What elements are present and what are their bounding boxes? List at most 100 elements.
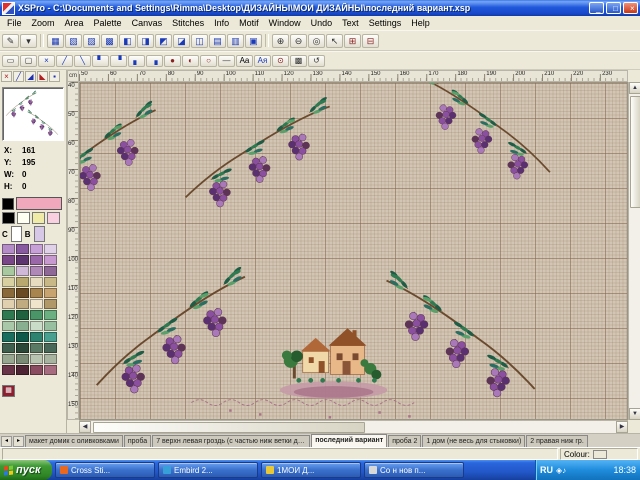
stitch-canvas[interactable] <box>79 82 628 420</box>
fill-tool-icon[interactable]: ▩ <box>290 55 307 67</box>
tab-scroll-right-button[interactable]: ▸ <box>13 436 24 447</box>
rotate-tool-icon[interactable]: ↺ <box>308 55 325 67</box>
palette-color-10[interactable] <box>30 266 43 276</box>
rect-tool-icon[interactable]: ▢ <box>20 55 37 67</box>
palette-color-1[interactable] <box>16 244 29 254</box>
menu-item-area[interactable]: Area <box>60 17 89 29</box>
palette-color-25[interactable] <box>16 310 29 320</box>
quick-color-3[interactable] <box>47 212 60 224</box>
pattern-tab-3[interactable]: последний вариант <box>311 434 387 447</box>
task-button-3[interactable]: Со н нов п... <box>364 462 464 478</box>
zoom-area-icon[interactable]: ◎ <box>308 34 325 48</box>
palette-color-3[interactable] <box>44 244 57 254</box>
maximize-button[interactable]: □ <box>606 2 621 14</box>
pattern-tab-0[interactable]: макет домик с оливковками <box>25 435 123 447</box>
tab-scroll-left-button[interactable]: ◂ <box>1 436 12 447</box>
palette-color-36[interactable] <box>2 343 15 353</box>
palette-color-34[interactable] <box>30 332 43 342</box>
quick-color-2[interactable] <box>32 212 45 224</box>
scroll-up-button[interactable]: ▲ <box>629 82 640 94</box>
selected-color-swatch[interactable] <box>16 197 62 210</box>
motif-copy-icon[interactable]: ⊙ <box>272 55 289 67</box>
palette-color-33[interactable] <box>16 332 29 342</box>
palette-color-4[interactable] <box>2 255 15 265</box>
scroll-left-button[interactable]: ◀ <box>79 421 91 433</box>
vertical-scrollbar[interactable]: ▲ ▼ <box>628 82 640 420</box>
palette-color-23[interactable] <box>44 299 57 309</box>
palette-color-43[interactable] <box>44 354 57 364</box>
stitch-style-8-icon[interactable]: ◪ <box>173 34 190 48</box>
menu-item-info[interactable]: Info <box>209 17 234 29</box>
zoom-out-icon[interactable]: ⊖ <box>290 34 307 48</box>
palette-color-22[interactable] <box>30 299 43 309</box>
stitch-half-icon[interactable]: ╱ <box>13 71 24 82</box>
quick-color-0[interactable] <box>2 212 15 224</box>
palette-color-45[interactable] <box>16 365 29 375</box>
palette-color-30[interactable] <box>30 321 43 331</box>
palette-color-26[interactable] <box>30 310 43 320</box>
stitch-quarter-icon[interactable]: ◢ <box>25 71 36 82</box>
pattern-tab-4[interactable]: проба 2 <box>388 435 421 447</box>
palette-color-35[interactable] <box>44 332 57 342</box>
text-cyrillic-icon[interactable]: Aя <box>254 55 271 67</box>
tray-icon-1[interactable]: ♪ <box>562 466 566 475</box>
menu-item-text[interactable]: Text <box>337 17 364 29</box>
palette-more-button[interactable]: ▦ <box>2 385 15 397</box>
palette-color-15[interactable] <box>44 277 57 287</box>
b-color-cell[interactable] <box>34 226 45 242</box>
text-latin-icon[interactable]: Aa <box>236 55 253 67</box>
stitch-three-quarter-icon[interactable]: ◣ <box>37 71 48 82</box>
half-stitch-fwd-icon[interactable]: ╱ <box>56 55 73 67</box>
quick-color-1[interactable] <box>17 212 30 224</box>
palette-color-0[interactable] <box>2 244 15 254</box>
palette-color-9[interactable] <box>16 266 29 276</box>
horizontal-scroll-thumb[interactable] <box>93 422 365 433</box>
palette-color-24[interactable] <box>2 310 15 320</box>
scroll-down-button[interactable]: ▼ <box>629 408 640 420</box>
grid-off-icon[interactable]: ⊟ <box>362 34 379 48</box>
palette-color-6[interactable] <box>30 255 43 265</box>
menu-item-canvas[interactable]: Canvas <box>127 17 168 29</box>
palette-color-19[interactable] <box>44 288 57 298</box>
pattern-tab-5[interactable]: 1 дом (не весь для стыковки) <box>422 435 525 447</box>
palette-color-29[interactable] <box>16 321 29 331</box>
grid-on-icon[interactable]: ⊞ <box>344 34 361 48</box>
menu-item-settings[interactable]: Settings <box>364 17 407 29</box>
menu-item-zoom[interactable]: Zoom <box>27 17 60 29</box>
frame-tool-icon[interactable]: ▭ <box>2 55 19 67</box>
stitch-style-4-icon[interactable]: ▩ <box>101 34 118 48</box>
half-tone-icon[interactable]: ◐ <box>182 55 199 67</box>
task-button-1[interactable]: Embird 2... <box>158 462 258 478</box>
pattern-preview[interactable] <box>2 87 64 141</box>
quarter-tl-icon[interactable]: ▘ <box>92 55 109 67</box>
palette-color-42[interactable] <box>30 354 43 364</box>
menu-item-help[interactable]: Help <box>406 17 435 29</box>
menu-item-motif[interactable]: Motif <box>234 17 264 29</box>
close-button[interactable]: × <box>623 2 638 14</box>
pattern-tab-1[interactable]: проба <box>124 435 151 447</box>
outline-dot-icon[interactable]: ○ <box>200 55 217 67</box>
quarter-br-icon[interactable]: ▗ <box>146 55 163 67</box>
menu-item-palette[interactable]: Palette <box>89 17 127 29</box>
palette-color-40[interactable] <box>2 354 15 364</box>
pencil-tool-icon[interactable]: ✎ <box>2 34 19 48</box>
palette-color-28[interactable] <box>2 321 15 331</box>
palette-color-47[interactable] <box>44 365 57 375</box>
secondary-color-swatch[interactable] <box>2 198 14 210</box>
stitch-style-9-icon[interactable]: ◫ <box>191 34 208 48</box>
palette-color-17[interactable] <box>16 288 29 298</box>
start-button[interactable]: пуск <box>0 460 52 480</box>
french-knot-icon[interactable]: ● <box>164 55 181 67</box>
c-color-cell[interactable] <box>11 226 22 242</box>
palette-color-18[interactable] <box>30 288 43 298</box>
task-button-0[interactable]: Cross Sti... <box>55 462 155 478</box>
pattern-tab-6[interactable]: 2 правая ниж гр. <box>526 435 587 447</box>
horizontal-scrollbar[interactable]: ◀ ▶ <box>79 420 628 433</box>
palette-color-8[interactable] <box>2 266 15 276</box>
palette-color-38[interactable] <box>30 343 43 353</box>
full-cross-stitch-icon[interactable]: × <box>38 55 55 67</box>
palette-color-16[interactable] <box>2 288 15 298</box>
stitch-style-6-icon[interactable]: ◨ <box>137 34 154 48</box>
taskbar-clock[interactable]: 18:38 <box>613 465 636 475</box>
stitch-style-7-icon[interactable]: ◩ <box>155 34 172 48</box>
